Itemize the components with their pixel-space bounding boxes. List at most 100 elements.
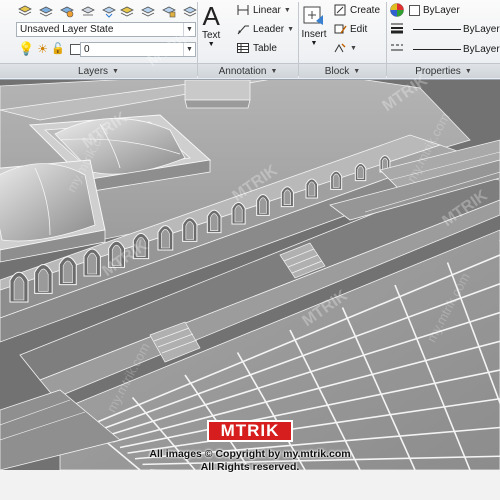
match-properties-button[interactable]	[389, 2, 405, 21]
arch-window-inner	[111, 244, 122, 266]
arch-window-inner	[161, 229, 170, 249]
create-block-button[interactable]: Create	[333, 2, 380, 18]
arch-window-inner	[332, 173, 340, 188]
create-label: Create	[350, 4, 381, 16]
leader-icon	[237, 25, 249, 35]
chevron-down-icon: ▼	[283, 6, 291, 14]
panel-expand-icon: ▼	[464, 67, 472, 75]
arch-window-inner	[136, 236, 146, 257]
color-wheel-icon	[390, 3, 404, 17]
layer-stack-icon	[18, 5, 32, 16]
sun-icon: ☀	[37, 42, 48, 56]
chevron-down-icon: ▼	[287, 25, 295, 33]
layer-freeze-button[interactable]	[58, 2, 76, 20]
insert-label: Insert	[301, 29, 327, 40]
linetype-value: ByLayer	[463, 23, 500, 35]
arch-window-inner	[210, 213, 219, 231]
layers-title-label: Layers	[78, 65, 109, 77]
copyright-line-1: All images © Copyright by my.mtrik.com	[149, 448, 351, 460]
layer-merge-icon	[183, 6, 197, 17]
text-label: Text	[202, 30, 221, 41]
panel-expand-icon: ▼	[112, 67, 119, 75]
layer-previous-button[interactable]	[118, 2, 136, 20]
block-panel: Insert ▼ Create Edit ▼ Block ▼	[299, 0, 386, 80]
lineweight-select[interactable]: ByLayer	[413, 41, 500, 57]
table-label: Table	[253, 42, 277, 54]
model-viewport[interactable]	[0, 80, 500, 470]
layer-off-button[interactable]	[79, 2, 97, 20]
arch-window-inner	[185, 221, 194, 240]
layer-match-button[interactable]	[100, 2, 118, 20]
arch-window-inner	[357, 165, 364, 179]
leader-label: Leader	[253, 23, 285, 35]
layer-color-swatch	[69, 43, 81, 55]
command-line-area[interactable]	[0, 470, 500, 500]
lineweight-icon-button	[389, 20, 405, 39]
layer-current-row: 💡 ☀ 🔓	[18, 41, 84, 57]
layer-state-value: Unsaved Layer State	[20, 24, 114, 35]
text-icon: A	[202, 1, 220, 31]
panel-expand-icon: ▼	[353, 67, 361, 75]
properties-title-label: Properties	[415, 65, 461, 77]
linear-label: Linear	[253, 4, 281, 16]
color-swatch	[409, 4, 420, 16]
color-select[interactable]: ByLayer	[409, 2, 460, 18]
arch-window-inner	[234, 205, 243, 223]
block-attribute-button[interactable]: ▼	[333, 40, 357, 56]
chevron-down-icon: ▼	[207, 41, 215, 48]
mtrik-logo: MTRIK	[207, 420, 293, 442]
arch-window-inner	[62, 260, 73, 283]
layers-panel: Unsaved Layer State ▼ 💡 ☀ 🔓 0 ▼ Layers ▼	[0, 0, 197, 80]
chevron-down-icon: ▼	[310, 40, 318, 47]
edit-label: Edit	[350, 23, 368, 35]
chevron-down-icon: ▼	[183, 23, 195, 36]
block-panel-title[interactable]: Block ▼	[299, 63, 386, 78]
linear-dimension-icon	[237, 5, 249, 15]
lightbulb-icon: 💡	[18, 41, 35, 56]
layer-walk-button[interactable]	[139, 2, 157, 20]
layer-tools-row	[16, 2, 118, 20]
insert-button[interactable]: Insert ▼	[301, 3, 327, 47]
attribute-icon	[334, 43, 346, 53]
layer-match-icon	[102, 6, 116, 18]
linear-dimension-button[interactable]: Linear ▼	[236, 2, 291, 18]
panel-expand-icon: ▼	[270, 67, 278, 75]
ribbon: Unsaved Layer State ▼ 💡 ☀ 🔓 0 ▼ Layers ▼…	[0, 0, 500, 80]
layer-select[interactable]: 0 ▼	[80, 42, 196, 57]
layer-freeze-icon	[60, 6, 74, 18]
arch-window-inner	[308, 181, 316, 197]
layer-previous-icon	[120, 6, 134, 17]
copyright-line-2: All Rights reserved.	[200, 461, 300, 473]
lineweight-value: ByLayer	[463, 43, 500, 55]
layer-isolate-button[interactable]	[37, 2, 55, 20]
linetype-select[interactable]: ByLayer	[413, 21, 500, 37]
layer-state-select[interactable]: Unsaved Layer State ▼	[16, 22, 196, 37]
insert-block-icon	[303, 6, 323, 25]
text-button[interactable]: A Text ▼	[202, 2, 220, 48]
logo-text: MTRIK	[220, 421, 280, 440]
properties-panel-title[interactable]: Properties ▼	[387, 63, 500, 78]
lineweight-sample	[413, 48, 461, 50]
table-button[interactable]: Table	[236, 40, 277, 56]
arch-window-inner	[283, 189, 291, 205]
create-block-icon	[334, 4, 346, 16]
annotation-panel: A Text ▼ Linear ▼ Leader ▼ Table Annotat…	[198, 0, 298, 80]
layer-off-icon	[81, 6, 95, 16]
arch-window-inner	[13, 276, 25, 301]
color-value: ByLayer	[423, 4, 460, 16]
table-icon	[237, 43, 249, 53]
arch-window-inner	[38, 268, 49, 292]
lineweight-icon	[391, 23, 403, 34]
edit-block-icon	[334, 24, 347, 34]
annotation-title-label: Annotation	[218, 65, 267, 77]
layer-isolate-icon	[39, 6, 53, 17]
leader-button[interactable]: Leader ▼	[236, 21, 294, 37]
layers-panel-title[interactable]: Layers ▼	[0, 63, 197, 78]
linetype-icon-button	[389, 40, 405, 59]
layer-states-button[interactable]	[16, 2, 34, 20]
3d-model-render	[0, 80, 500, 470]
edit-block-button[interactable]: Edit	[333, 21, 367, 37]
layer-lock-button[interactable]	[160, 2, 178, 20]
annotation-panel-title[interactable]: Annotation ▼	[198, 63, 298, 78]
layer-walk-icon	[141, 6, 155, 17]
